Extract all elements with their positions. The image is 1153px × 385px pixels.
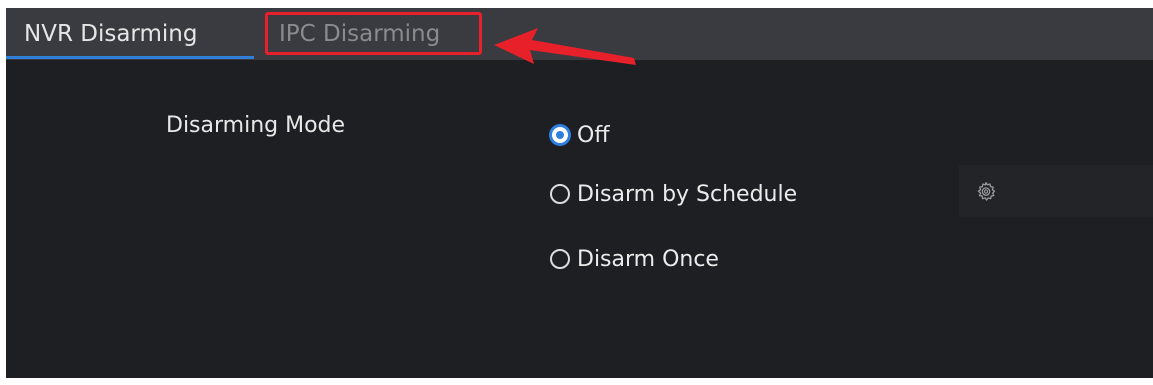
radio-disarm-by-schedule[interactable]: Disarm by Schedule [550,176,797,212]
radio-label-off: Off [577,122,610,148]
tab-ipc-disarming[interactable]: IPC Disarming [279,8,440,60]
active-tab-indicator [6,56,254,59]
radio-unchecked-icon [550,249,570,269]
disarming-mode-label: Disarming Mode [166,113,346,138]
radio-disarm-once[interactable]: Disarm Once [550,241,719,277]
radio-off[interactable]: Off [550,117,609,153]
radio-label-disarm-once: Disarm Once [577,246,719,272]
arrow-left-icon [494,28,636,65]
gear-icon[interactable] [975,181,997,203]
radio-unchecked-icon [550,184,570,204]
radio-checked-icon [550,125,570,145]
tab-nvr-disarming[interactable]: NVR Disarming [24,8,197,60]
radio-label-disarm-by-schedule: Disarm by Schedule [577,181,798,207]
